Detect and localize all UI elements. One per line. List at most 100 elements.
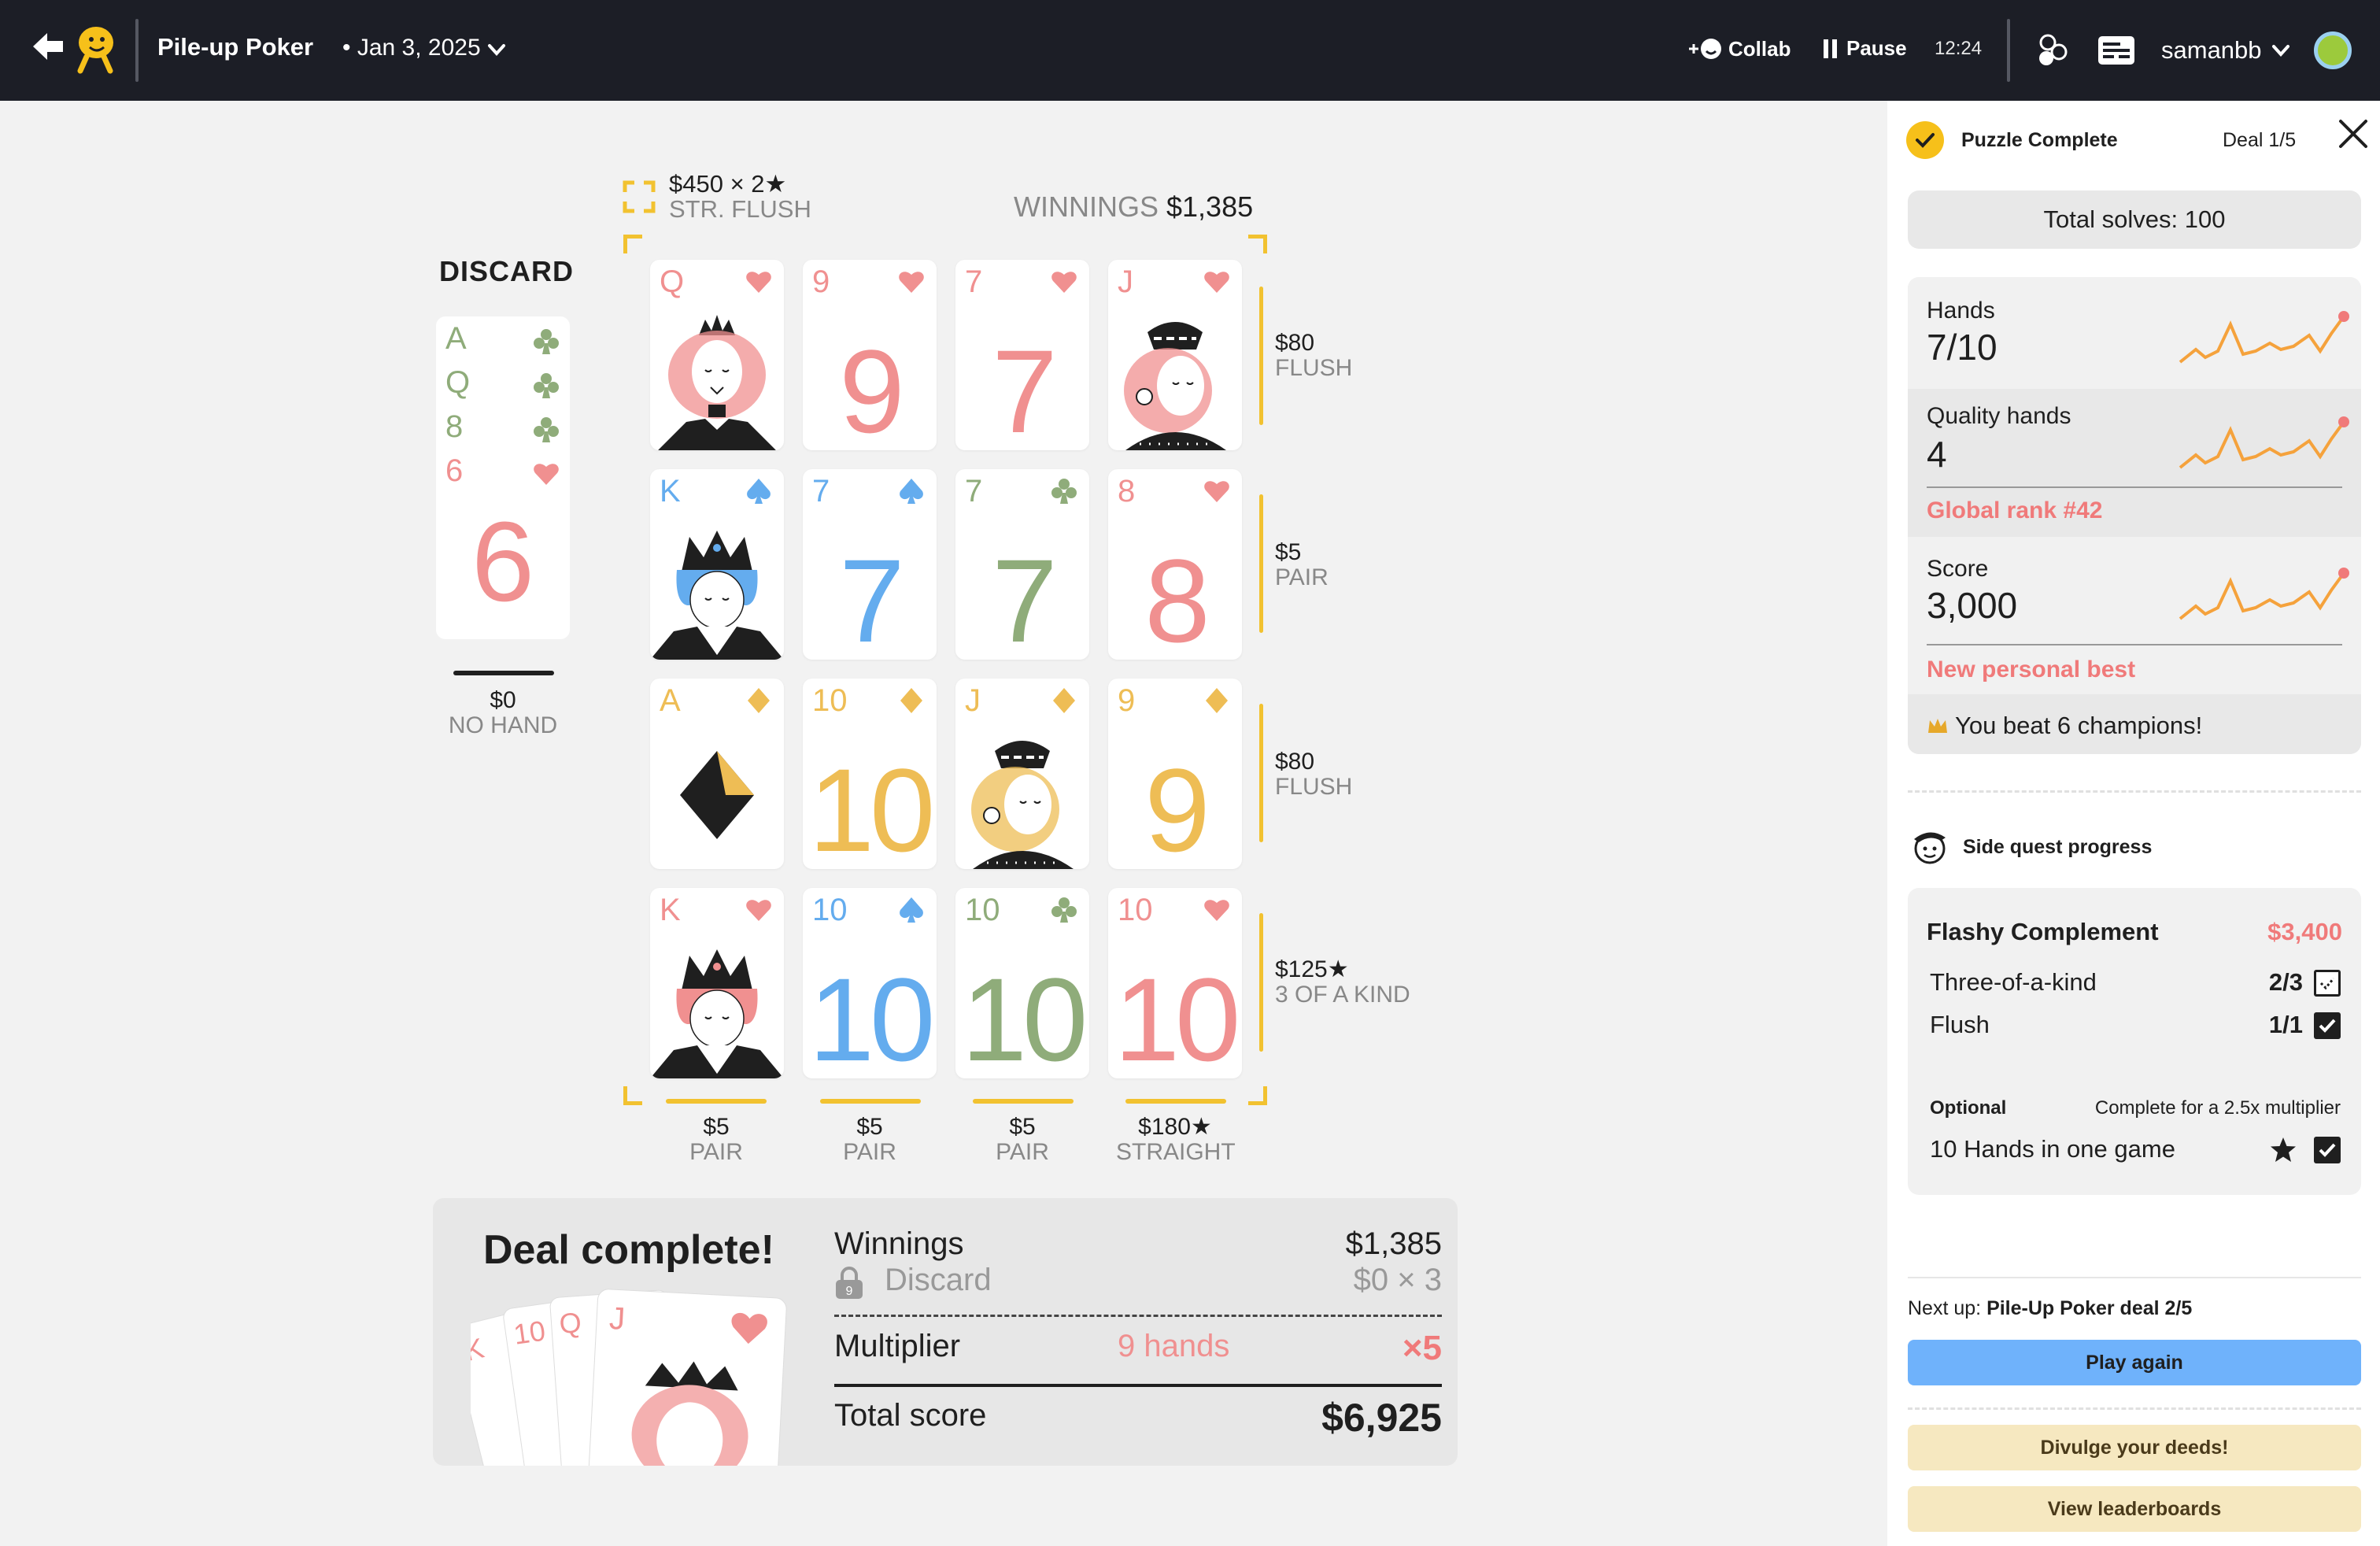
play-again-button[interactable]: Play again <box>1908 1340 2361 1385</box>
hearts-suit-icon <box>1050 268 1078 296</box>
user-menu[interactable]: samanbb <box>2161 36 2292 65</box>
quality-stat: Quality hands 4 Global rank #42 <box>1908 389 2361 537</box>
share-button[interactable]: Divulge your deeds! <box>1908 1425 2361 1470</box>
card-big-rank: 7 <box>839 534 904 660</box>
column-score-value: $5 <box>703 1114 730 1140</box>
card-rank: 7 <box>812 474 830 509</box>
discard-score-bar <box>453 671 554 675</box>
playing-card[interactable]: 99 <box>803 260 937 450</box>
playing-card[interactable]: J <box>955 679 1089 869</box>
card-big-rank: 10 <box>1114 953 1241 1078</box>
fan-card-rank: 10 <box>512 1315 547 1351</box>
card-rank: 9 <box>1118 683 1136 718</box>
row-hand-name: 3 OF A KIND <box>1275 982 1410 1008</box>
game-date[interactable]: • Jan 3, 2025 <box>342 35 481 61</box>
card-stats-icon[interactable] <box>2097 35 2136 66</box>
winnings-value: $1,385 <box>1166 190 1254 223</box>
hands-sparkline <box>2179 311 2349 364</box>
card-rank: 10 <box>812 683 848 718</box>
winnings-label: WINNINGS <box>1014 190 1159 223</box>
playing-card[interactable]: 99 <box>1108 679 1242 869</box>
playing-card[interactable]: 10 10 <box>1108 888 1242 1078</box>
playing-card[interactable]: A <box>650 679 784 869</box>
stats-card: Hands 7/10 Quality hands 4 Global rank #… <box>1908 277 2361 754</box>
playing-card[interactable]: 77 <box>955 260 1089 450</box>
back-arrow-icon[interactable] <box>30 28 66 65</box>
discard-rank: 8 <box>445 409 464 444</box>
close-icon[interactable] <box>2336 117 2371 151</box>
topbar-divider <box>2007 19 2010 82</box>
card-rank: J <box>1118 264 1133 299</box>
column-score-bar <box>1125 1099 1226 1104</box>
discard-hand-name: NO HAND <box>448 712 558 738</box>
players-icon[interactable] <box>2034 31 2071 69</box>
quest-name: Flashy Complement <box>1927 918 2159 945</box>
diamonds-suit-icon <box>1203 686 1231 715</box>
diamonds-suit-icon <box>1050 686 1078 715</box>
quest-card: Flashy Complement $3,400 Three-of-a-kind… <box>1908 888 2361 1195</box>
pause-label: Pause <box>1846 36 1907 60</box>
chevron-down-icon[interactable] <box>485 38 508 61</box>
champions-beat-row: You beat 6 champions! <box>1927 712 2202 740</box>
card-rank: 7 <box>965 264 983 299</box>
column-score: $5 PAIR <box>657 1115 775 1165</box>
score-sparkline <box>2179 568 2349 620</box>
collab-button[interactable]: Collab <box>1687 36 1791 61</box>
score-stat: Score 3,000 New personal best <box>1908 537 2361 694</box>
playing-card[interactable]: 77 <box>803 469 937 660</box>
quest-item-count: 2/3 <box>2268 968 2303 996</box>
playing-card[interactable]: 10 10 <box>955 888 1089 1078</box>
ledger-total-value: $6,925 <box>1321 1396 1442 1440</box>
avatar[interactable] <box>2314 31 2352 69</box>
column-score-value: $5 <box>856 1114 883 1140</box>
leaderboards-button[interactable]: View leaderboards <box>1908 1486 2361 1532</box>
row-score-value: $80 <box>1275 749 1315 775</box>
discard-pile[interactable]: A Q 8 6 6 <box>436 316 570 639</box>
discard-label: DISCARD <box>439 255 575 287</box>
row-score-bar <box>1259 913 1263 1052</box>
lock-icon: 9 <box>836 1267 863 1299</box>
fan-card-rank: J <box>608 1301 626 1337</box>
playing-card[interactable]: 10 10 <box>803 888 937 1078</box>
topbar-divider <box>135 19 139 82</box>
star-icon <box>2271 1137 2296 1162</box>
playing-card[interactable]: 88 <box>1108 469 1242 660</box>
playing-card[interactable]: Q <box>650 260 784 450</box>
quest-item-label: Three-of-a-kind <box>1930 968 2097 996</box>
playing-card[interactable]: K <box>650 469 784 660</box>
spades-suit-icon <box>745 477 773 505</box>
hearts-suit-icon <box>1203 896 1231 924</box>
playing-card[interactable]: 77 <box>955 469 1089 660</box>
game-timer: 12:24 <box>1935 38 1983 59</box>
clubs-suit-icon <box>1050 896 1078 924</box>
discard-top-rank: 6 <box>471 498 535 625</box>
playing-card[interactable]: J <box>1108 260 1242 450</box>
pause-icon <box>1824 39 1837 58</box>
discard-count-badge: 9 <box>846 1285 853 1298</box>
champions-beat: You beat 6 champions! <box>1908 694 2361 754</box>
hands-label: Hands <box>1927 298 1995 324</box>
clubs-suit-icon <box>532 416 560 444</box>
row-hand-name: FLUSH <box>1275 355 1353 381</box>
hands-value: 7/10 <box>1927 327 1998 368</box>
card-big-rank: 9 <box>1144 744 1210 869</box>
hearts-suit-icon <box>1203 477 1231 505</box>
ledger-multiplier-value: ×5 <box>1402 1329 1442 1367</box>
row-hand-name: PAIR <box>1275 564 1329 590</box>
crown-icon <box>1928 719 1947 733</box>
hearts-suit-icon <box>532 460 560 488</box>
pause-button[interactable]: Pause <box>1823 36 1907 61</box>
ledger-multiplier-label: Multiplier <box>834 1329 961 1363</box>
total-solves: Total solves: 100 <box>1908 190 2361 249</box>
ledger-multiplier-detail: 9 hands <box>1118 1329 1230 1363</box>
card-rank: 10 <box>1118 893 1153 927</box>
row-score-bar <box>1259 494 1263 633</box>
ledger-divider <box>834 1315 1442 1317</box>
discard-rank: 6 <box>445 453 464 488</box>
card-big-rank: 9 <box>839 325 904 450</box>
complete-check-icon <box>1906 121 1944 159</box>
grid-corner <box>1248 1086 1267 1105</box>
column-hand-name: PAIR <box>996 1139 1049 1165</box>
playing-card[interactable]: K <box>650 888 784 1078</box>
playing-card[interactable]: 10 10 <box>803 679 937 869</box>
